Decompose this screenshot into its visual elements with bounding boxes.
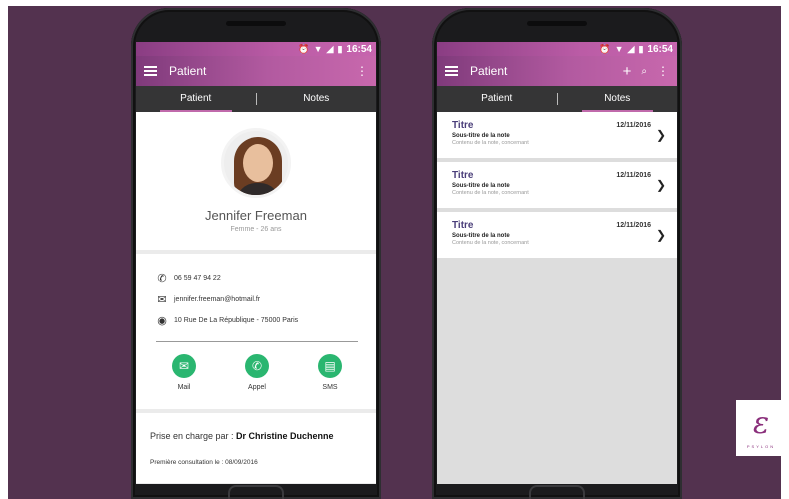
note-date: 12/11/2016 — [616, 122, 651, 129]
phone-right: ⏰ ▼ ◢ ▮ 16:54 Patient + ⌕ ⋮ Patient Note… — [432, 8, 682, 499]
status-bar: ⏰ ▼ ◢ ▮ 16:54 — [136, 42, 376, 56]
note-content: Contenu de la note, concernant — [452, 190, 529, 196]
contact-card: ✆ 06 59 47 94 22 ✉ jennifer.freeman@hotm… — [136, 254, 376, 409]
avatar — [221, 128, 291, 198]
mail-button[interactable]: ✉ Mail — [164, 354, 204, 391]
screen-patient-notes: ⏰ ▼ ◢ ▮ 16:54 Patient + ⌕ ⋮ Patient Note… — [437, 42, 677, 484]
note-date: 12/11/2016 — [616, 172, 651, 179]
note-subtitle: Sous-titre de la note — [452, 183, 510, 189]
doctor-name: Dr Christine Duchenne — [236, 431, 334, 441]
note-item[interactable]: Titre Sous-titre de la note Contenu de l… — [437, 162, 677, 208]
search-icon[interactable]: ⌕ — [641, 66, 647, 77]
call-label: Appel — [248, 384, 266, 391]
tab-bar: Patient Notes — [136, 86, 376, 112]
chevron-right-icon: ❯ — [655, 128, 666, 142]
patient-subtitle: Femme - 26 ans — [230, 226, 282, 233]
signal-icon: ◢ — [627, 43, 635, 54]
phone-left: ⏰ ▼ ◢ ▮ 16:54 Patient ⋮ Patient Notes Je… — [131, 8, 381, 499]
home-button — [529, 485, 585, 499]
app-bar: Patient ⋮ — [136, 56, 376, 86]
note-subtitle: Sous-titre de la note — [452, 233, 510, 239]
email-address: jennifer.freeman@hotmail.fr — [174, 296, 261, 303]
wifi-icon: ▼ — [313, 44, 323, 54]
contact-actions: ✉ Mail ✆ Appel ▤ SMS — [156, 354, 358, 391]
wifi-icon: ▼ — [614, 44, 624, 54]
note-content: Contenu de la note, concernant — [452, 240, 529, 246]
note-content: Contenu de la note, concernant — [452, 140, 529, 146]
sms-button[interactable]: ▤ SMS — [310, 354, 350, 391]
divider — [156, 341, 358, 342]
phone-row[interactable]: ✆ 06 59 47 94 22 — [156, 268, 358, 289]
status-time: 16:54 — [647, 43, 673, 55]
earpiece — [527, 21, 587, 26]
tab-notes[interactable]: Notes — [558, 86, 678, 112]
hamburger-menu-icon[interactable] — [445, 66, 458, 76]
alarm-icon: ⏰ — [298, 43, 310, 54]
status-time: 16:54 — [346, 43, 372, 55]
phone-icon: ✆ — [157, 273, 167, 285]
chevron-right-icon: ❯ — [655, 178, 666, 192]
logo-mark-icon: ε — [752, 406, 770, 441]
tab-notes[interactable]: Notes — [257, 86, 377, 112]
note-item[interactable]: Titre Sous-titre de la note Contenu de l… — [437, 212, 677, 258]
first-consultation: Première consultation le : 08/09/2016 — [150, 459, 258, 466]
battery-icon: ▮ — [638, 43, 644, 54]
alarm-icon: ⏰ — [599, 43, 611, 54]
battery-icon: ▮ — [337, 43, 343, 54]
app-title: Patient — [470, 64, 508, 78]
note-subtitle: Sous-titre de la note — [452, 133, 510, 139]
address: 10 Rue De La République - 75000 Paris — [174, 317, 299, 324]
location-pin-icon: ◉ — [157, 315, 167, 327]
home-button — [228, 485, 284, 499]
mail-icon: ✉ — [172, 354, 196, 378]
chevron-right-icon: ❯ — [655, 228, 666, 242]
earpiece — [226, 21, 286, 26]
tab-patient[interactable]: Patient — [437, 86, 557, 112]
signal-icon: ◢ — [326, 43, 334, 54]
overflow-menu-icon[interactable]: ⋮ — [657, 64, 669, 78]
note-date: 12/11/2016 — [616, 222, 651, 229]
care-card: Prise en charge par : Dr Christine Duche… — [136, 413, 376, 483]
brand-logo: ε PSYLON — [736, 400, 786, 456]
call-button[interactable]: ✆ Appel — [237, 354, 277, 391]
address-row[interactable]: ◉ 10 Rue De La République - 75000 Paris — [156, 310, 358, 331]
app-title: Patient — [169, 64, 207, 78]
logo-text: PSYLON — [746, 444, 776, 449]
mail-label: Mail — [177, 384, 191, 391]
phone-number: 06 59 47 94 22 — [174, 275, 221, 282]
status-bar: ⏰ ▼ ◢ ▮ 16:54 — [437, 42, 677, 56]
app-bar: Patient + ⌕ ⋮ — [437, 56, 677, 86]
call-icon: ✆ — [245, 354, 269, 378]
care-line: Prise en charge par : Dr Christine Duche… — [150, 431, 376, 441]
tab-bar: Patient Notes — [437, 86, 677, 112]
hamburger-menu-icon[interactable] — [144, 66, 157, 76]
add-icon[interactable]: + — [623, 63, 632, 80]
email-row[interactable]: ✉ jennifer.freeman@hotmail.fr — [156, 289, 358, 310]
patient-name: Jennifer Freeman — [205, 208, 307, 223]
screen-patient-profile: ⏰ ▼ ◢ ▮ 16:54 Patient ⋮ Patient Notes Je… — [136, 42, 376, 484]
notes-list: Titre Sous-titre de la note Contenu de l… — [437, 112, 677, 484]
tab-patient[interactable]: Patient — [136, 86, 256, 112]
profile-card: Jennifer Freeman Femme - 26 ans — [136, 112, 376, 250]
email-icon: ✉ — [157, 294, 167, 306]
sms-label: SMS — [322, 384, 338, 391]
care-label: Prise en charge par : — [150, 431, 237, 441]
note-item[interactable]: Titre Sous-titre de la note Contenu de l… — [437, 112, 677, 158]
sms-icon: ▤ — [318, 354, 342, 378]
overflow-menu-icon[interactable]: ⋮ — [356, 64, 368, 78]
